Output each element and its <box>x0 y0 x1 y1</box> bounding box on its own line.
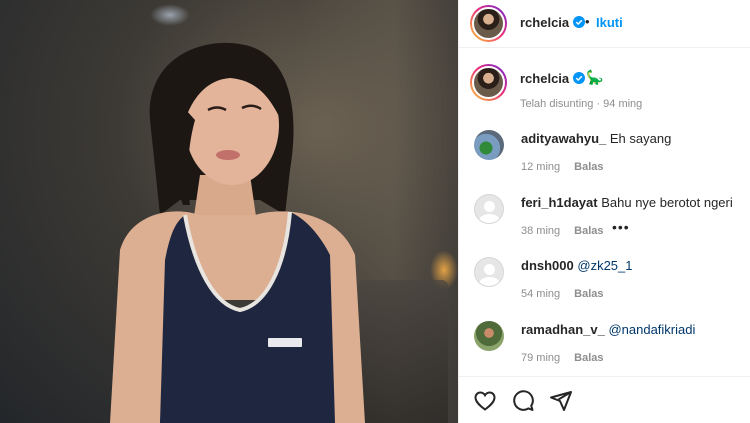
more-options-icon[interactable]: ••• <box>612 219 630 235</box>
reply-button[interactable]: Balas <box>574 161 603 173</box>
action-bar <box>459 376 750 423</box>
separator-dot: • <box>585 14 590 29</box>
person-illustration <box>110 42 365 423</box>
caption-avatar[interactable] <box>470 64 507 101</box>
author-avatar[interactable] <box>470 5 507 42</box>
send-icon[interactable] <box>549 389 573 413</box>
comment-time: 54 ming <box>521 288 561 300</box>
comment-mention[interactable]: @zk25_1 <box>577 258 632 273</box>
comment-username[interactable]: ramadhan_v_ <box>521 322 605 337</box>
commenter-avatar[interactable] <box>474 257 504 287</box>
post-header: rchelcia • Ikuti <box>459 0 750 48</box>
reply-button[interactable]: Balas <box>574 225 603 237</box>
comment-item: adityawahyu_ Eh sayang 12 ming Balas <box>459 130 750 190</box>
comment-icon[interactable] <box>511 389 535 413</box>
comment-item: dnsh000 @zk25_1 54 ming Balas <box>459 257 750 317</box>
comment-username[interactable]: dnsh000 <box>521 258 574 273</box>
commenter-avatar[interactable] <box>474 194 504 224</box>
comment-item: ramadhan_v_ @nandafikriadi 79 ming Balas <box>459 321 750 381</box>
commenter-avatar[interactable] <box>474 321 504 351</box>
caption-meta: Telah disunting · 94 ming <box>520 98 643 110</box>
caption-emoji: 🦕 <box>586 69 604 85</box>
verified-badge-icon <box>573 16 586 28</box>
comment-time: 12 ming <box>521 161 561 173</box>
reply-button[interactable]: Balas <box>574 288 603 300</box>
comment-username[interactable]: adityawahyu_ <box>521 131 606 146</box>
comment-username[interactable]: feri_h1dayat <box>521 195 598 210</box>
caption-username[interactable]: rchelcia <box>520 71 586 86</box>
comment-text: Bahu nye berotot ngeri <box>601 195 733 210</box>
post-detail-panel: rchelcia • Ikuti rchelcia 🦕 Telah disunt… <box>458 0 750 423</box>
reply-button[interactable]: Balas <box>574 352 603 364</box>
verified-badge-icon <box>573 72 586 84</box>
heart-icon[interactable] <box>473 389 497 413</box>
follow-button[interactable]: Ikuti <box>596 15 623 30</box>
comment-item: feri_h1dayat Bahu nye berotot ngeri 38 m… <box>459 194 750 254</box>
comment-mention[interactable]: @nandafikriadi <box>608 322 695 337</box>
post-photo[interactable] <box>0 0 458 423</box>
commenter-avatar[interactable] <box>474 130 504 160</box>
comment-time: 79 ming <box>521 352 561 364</box>
author-username[interactable]: rchelcia <box>520 15 586 30</box>
comment-text: Eh sayang <box>609 131 672 146</box>
comment-time: 38 ming <box>521 225 561 237</box>
